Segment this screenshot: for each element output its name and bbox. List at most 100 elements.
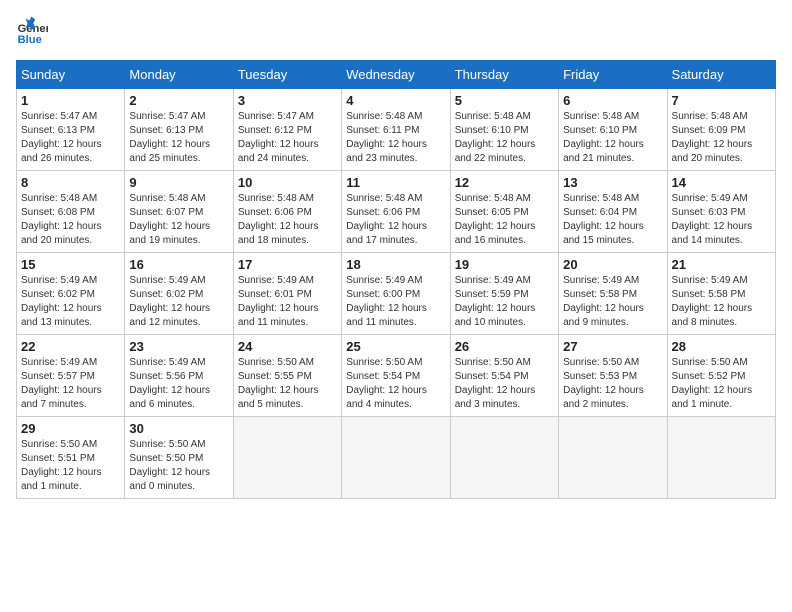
calendar-cell xyxy=(233,417,341,499)
calendar-cell: 24 Sunrise: 5:50 AMSunset: 5:55 PMDayligh… xyxy=(233,335,341,417)
calendar-cell: 18 Sunrise: 5:49 AMSunset: 6:00 PMDayligh… xyxy=(342,253,450,335)
day-info: Sunrise: 5:49 AMSunset: 6:01 PMDaylight:… xyxy=(238,274,337,330)
day-number: 11 xyxy=(346,175,445,190)
day-info: Sunrise: 5:49 AMSunset: 6:02 PMDaylight:… xyxy=(21,274,120,330)
calendar-cell: 20 Sunrise: 5:49 AMSunset: 5:58 PMDayligh… xyxy=(559,253,667,335)
day-number: 2 xyxy=(129,93,228,108)
calendar-cell: 28 Sunrise: 5:50 AMSunset: 5:52 PMDayligh… xyxy=(667,335,775,417)
day-number: 4 xyxy=(346,93,445,108)
day-info: Sunrise: 5:48 AMSunset: 6:10 PMDaylight:… xyxy=(563,110,662,166)
calendar-cell: 4 Sunrise: 5:48 AMSunset: 6:11 PMDaylight… xyxy=(342,89,450,171)
day-number: 6 xyxy=(563,93,662,108)
day-number: 13 xyxy=(563,175,662,190)
calendar-cell: 5Sunrise: 5:48 AMSunset: 6:10 PMDaylight… xyxy=(450,89,558,171)
day-info: Sunrise: 5:49 AMSunset: 5:57 PMDaylight:… xyxy=(21,356,120,412)
day-number: 20 xyxy=(563,257,662,272)
calendar-cell: 26 Sunrise: 5:50 AMSunset: 5:54 PMDayligh… xyxy=(450,335,558,417)
day-number: 15 xyxy=(21,257,120,272)
calendar-cell: 25Sunrise: 5:50 AMSunset: 5:54 PMDayligh… xyxy=(342,335,450,417)
day-info: Sunrise: 5:47 AMSunset: 6:13 PMDaylight:… xyxy=(21,110,120,166)
day-info: Sunrise: 5:49 AMSunset: 6:03 PMDaylight:… xyxy=(672,192,771,248)
day-info: Sunrise: 5:49 AMSunset: 6:00 PMDaylight:… xyxy=(346,274,445,330)
calendar-cell: 23 Sunrise: 5:49 AMSunset: 5:56 PMDayligh… xyxy=(125,335,233,417)
dow-header-saturday: Saturday xyxy=(667,61,775,89)
day-info: Sunrise: 5:50 AMSunset: 5:53 PMDaylight:… xyxy=(563,356,662,412)
day-info: Sunrise: 5:48 AMSunset: 6:06 PMDaylight:… xyxy=(238,192,337,248)
day-number: 29 xyxy=(21,421,120,436)
day-info: Sunrise: 5:47 AMSunset: 6:13 PMDaylight:… xyxy=(129,110,228,166)
dow-header-thursday: Thursday xyxy=(450,61,558,89)
day-info: Sunrise: 5:50 AMSunset: 5:52 PMDaylight:… xyxy=(672,356,771,412)
day-info: Sunrise: 5:49 AMSunset: 5:58 PMDaylight:… xyxy=(563,274,662,330)
calendar-week-row: 1 Sunrise: 5:47 AMSunset: 6:13 PMDaylight… xyxy=(17,89,776,171)
day-number: 3 xyxy=(238,93,337,108)
calendar-week-row: 29 Sunrise: 5:50 AMSunset: 5:51 PMDayligh… xyxy=(17,417,776,499)
calendar-table: SundayMondayTuesdayWednesdayThursdayFrid… xyxy=(16,60,776,499)
day-number: 9 xyxy=(129,175,228,190)
calendar-cell: 16 Sunrise: 5:49 AMSunset: 6:02 PMDayligh… xyxy=(125,253,233,335)
day-number: 28 xyxy=(672,339,771,354)
day-info: Sunrise: 5:48 AMSunset: 6:09 PMDaylight:… xyxy=(672,110,771,166)
day-number: 24 xyxy=(238,339,337,354)
day-info: Sunrise: 5:47 AMSunset: 6:12 PMDaylight:… xyxy=(238,110,337,166)
calendar-week-row: 8 Sunrise: 5:48 AMSunset: 6:08 PMDaylight… xyxy=(17,171,776,253)
day-number: 18 xyxy=(346,257,445,272)
calendar-cell: 19Sunrise: 5:49 AMSunset: 5:59 PMDayligh… xyxy=(450,253,558,335)
day-number: 14 xyxy=(672,175,771,190)
day-info: Sunrise: 5:50 AMSunset: 5:54 PMDaylight:… xyxy=(455,356,554,412)
calendar-cell: 22 Sunrise: 5:49 AMSunset: 5:57 PMDayligh… xyxy=(17,335,125,417)
calendar-cell: 8 Sunrise: 5:48 AMSunset: 6:08 PMDaylight… xyxy=(17,171,125,253)
day-info: Sunrise: 5:50 AMSunset: 5:55 PMDaylight:… xyxy=(238,356,337,412)
dow-header-wednesday: Wednesday xyxy=(342,61,450,89)
dow-header-tuesday: Tuesday xyxy=(233,61,341,89)
dow-header-monday: Monday xyxy=(125,61,233,89)
day-number: 19 xyxy=(455,257,554,272)
day-number: 17 xyxy=(238,257,337,272)
day-info: Sunrise: 5:50 AMSunset: 5:50 PMDaylight:… xyxy=(129,438,228,494)
dow-header-friday: Friday xyxy=(559,61,667,89)
day-number: 27 xyxy=(563,339,662,354)
day-info: Sunrise: 5:48 AMSunset: 6:06 PMDaylight:… xyxy=(346,192,445,248)
day-number: 8 xyxy=(21,175,120,190)
calendar-cell: 11 Sunrise: 5:48 AMSunset: 6:06 PMDayligh… xyxy=(342,171,450,253)
day-number: 5 xyxy=(455,93,554,108)
calendar-cell: 12 Sunrise: 5:48 AMSunset: 6:05 PMDayligh… xyxy=(450,171,558,253)
calendar-cell: 10 Sunrise: 5:48 AMSunset: 6:06 PMDayligh… xyxy=(233,171,341,253)
day-number: 26 xyxy=(455,339,554,354)
calendar-cell: 14 Sunrise: 5:49 AMSunset: 6:03 PMDayligh… xyxy=(667,171,775,253)
day-info: Sunrise: 5:48 AMSunset: 6:11 PMDaylight:… xyxy=(346,110,445,166)
day-number: 12 xyxy=(455,175,554,190)
calendar-week-row: 15 Sunrise: 5:49 AMSunset: 6:02 PMDayligh… xyxy=(17,253,776,335)
day-number: 16 xyxy=(129,257,228,272)
day-number: 23 xyxy=(129,339,228,354)
calendar-cell: 1 Sunrise: 5:47 AMSunset: 6:13 PMDaylight… xyxy=(17,89,125,171)
page-header: General Blue xyxy=(16,16,776,48)
day-info: Sunrise: 5:48 AMSunset: 6:07 PMDaylight:… xyxy=(129,192,228,248)
calendar-cell xyxy=(559,417,667,499)
day-number: 1 xyxy=(21,93,120,108)
calendar-cell: 2 Sunrise: 5:47 AMSunset: 6:13 PMDaylight… xyxy=(125,89,233,171)
day-info: Sunrise: 5:50 AMSunset: 5:51 PMDaylight:… xyxy=(21,438,120,494)
calendar-cell: 13Sunrise: 5:48 AMSunset: 6:04 PMDayligh… xyxy=(559,171,667,253)
day-info: Sunrise: 5:48 AMSunset: 6:05 PMDaylight:… xyxy=(455,192,554,248)
calendar-cell: 15 Sunrise: 5:49 AMSunset: 6:02 PMDayligh… xyxy=(17,253,125,335)
calendar-cell: 29 Sunrise: 5:50 AMSunset: 5:51 PMDayligh… xyxy=(17,417,125,499)
day-info: Sunrise: 5:50 AMSunset: 5:54 PMDaylight:… xyxy=(346,356,445,412)
svg-text:Blue: Blue xyxy=(18,34,42,46)
calendar-cell: 7 Sunrise: 5:48 AMSunset: 6:09 PMDaylight… xyxy=(667,89,775,171)
calendar-cell xyxy=(450,417,558,499)
day-info: Sunrise: 5:49 AMSunset: 6:02 PMDaylight:… xyxy=(129,274,228,330)
calendar-cell: 3 Sunrise: 5:47 AMSunset: 6:12 PMDaylight… xyxy=(233,89,341,171)
calendar-cell xyxy=(342,417,450,499)
day-info: Sunrise: 5:49 AMSunset: 5:56 PMDaylight:… xyxy=(129,356,228,412)
day-number: 7 xyxy=(672,93,771,108)
dow-header-sunday: Sunday xyxy=(17,61,125,89)
day-info: Sunrise: 5:49 AMSunset: 5:58 PMDaylight:… xyxy=(672,274,771,330)
day-number: 10 xyxy=(238,175,337,190)
calendar-cell: 27 Sunrise: 5:50 AMSunset: 5:53 PMDayligh… xyxy=(559,335,667,417)
day-info: Sunrise: 5:48 AMSunset: 6:08 PMDaylight:… xyxy=(21,192,120,248)
day-number: 22 xyxy=(21,339,120,354)
calendar-cell: 9 Sunrise: 5:48 AMSunset: 6:07 PMDaylight… xyxy=(125,171,233,253)
logo-icon: General Blue xyxy=(16,16,48,48)
calendar-cell: 21Sunrise: 5:49 AMSunset: 5:58 PMDayligh… xyxy=(667,253,775,335)
